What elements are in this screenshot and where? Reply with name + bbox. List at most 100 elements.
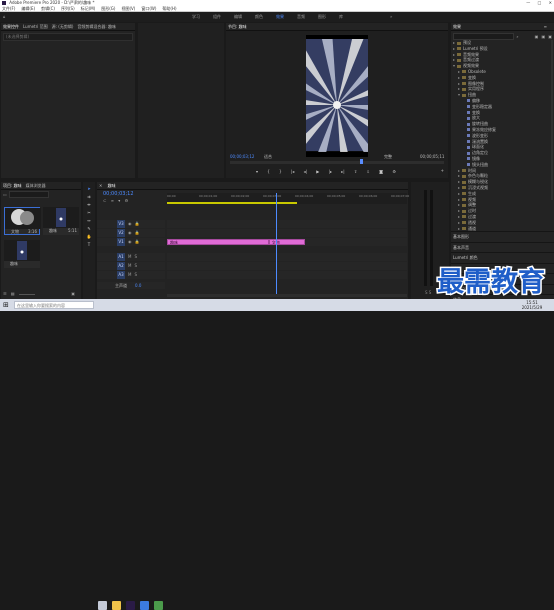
toggle-output-icon[interactable]: ◉ xyxy=(128,230,132,235)
app-icon-5[interactable] xyxy=(154,601,163,610)
go-to-in-icon[interactable]: |◂ xyxy=(291,169,294,174)
mute-icon[interactable]: M xyxy=(128,254,131,259)
panel-section-header[interactable]: 基本图形 xyxy=(451,231,554,242)
menu-item[interactable]: 文件(F) xyxy=(2,6,15,11)
timeline-settings-icon[interactable]: ⚙ xyxy=(125,198,129,203)
program-playhead[interactable] xyxy=(360,159,363,164)
timeline-clip[interactable]: 趣味 xyxy=(167,239,269,245)
timeline-playhead[interactable] xyxy=(275,193,277,297)
home-icon[interactable]: ⌂ xyxy=(3,12,6,22)
close-icon[interactable]: ✕ xyxy=(549,0,552,5)
list-view-icon[interactable]: ☰ xyxy=(3,291,7,296)
menu-item[interactable]: 编辑(E) xyxy=(21,6,35,11)
workspace-menu-icon[interactable]: » xyxy=(390,12,392,22)
taskbar-search-input[interactable]: 在这里输入你要搜索的内容 xyxy=(14,301,94,309)
new-item-icon[interactable]: ▣ xyxy=(541,34,545,39)
track-label[interactable]: V2 xyxy=(117,229,125,237)
fit-dropdown[interactable]: 适合 xyxy=(264,154,272,159)
menu-item[interactable]: 图形(G) xyxy=(101,6,115,11)
ripple-edit-tool-icon[interactable]: ⇹ xyxy=(83,201,95,209)
track-header[interactable]: V1 ◉ 🔒 xyxy=(97,238,165,246)
razor-tool-icon[interactable]: ✂ xyxy=(83,209,95,217)
maximize-icon[interactable]: □ xyxy=(538,0,542,5)
project-search-input[interactable] xyxy=(8,191,49,198)
mute-icon[interactable]: M xyxy=(128,263,131,268)
slip-tool-icon[interactable]: ↔ xyxy=(83,217,95,225)
workspace-tab[interactable]: 效果 xyxy=(276,14,284,19)
track-label[interactable]: A3 xyxy=(117,271,125,279)
taskbar-clock[interactable]: 15:51 2021/5/29 xyxy=(512,300,552,310)
pen-tool-icon[interactable]: ✎ xyxy=(83,225,95,233)
effects-scrollbar[interactable] xyxy=(551,40,553,200)
add-button-icon[interactable]: + xyxy=(441,168,444,173)
add-marker-icon[interactable]: ▾ xyxy=(118,198,120,203)
toggle-output-icon[interactable]: ◉ xyxy=(128,239,132,244)
track-lane[interactable] xyxy=(167,262,407,270)
menu-item[interactable]: 剪辑(C) xyxy=(41,6,55,11)
track-label[interactable]: A1 xyxy=(117,253,125,261)
lock-icon[interactable]: 🔒 xyxy=(135,239,140,244)
workspace-tab[interactable]: 图形 xyxy=(318,14,326,19)
file-explorer-icon[interactable] xyxy=(112,601,121,610)
selection-tool-icon[interactable]: ➤ xyxy=(83,185,95,193)
icon-view-icon[interactable]: ▦ xyxy=(11,291,15,296)
play-icon[interactable]: ▶ xyxy=(316,169,319,174)
minimize-icon[interactable]: — xyxy=(526,0,530,5)
track-label[interactable]: A2 xyxy=(117,262,125,270)
panel-section-header[interactable]: 基本声音 xyxy=(451,241,554,253)
timeline-scrollbar[interactable] xyxy=(167,294,407,297)
track-label[interactable]: V1 xyxy=(117,238,125,246)
panel-section-header[interactable]: Lumetri 颜色 xyxy=(451,252,554,263)
toggle-output-icon[interactable]: ◉ xyxy=(128,221,132,226)
mark-out-icon[interactable]: } xyxy=(279,169,282,174)
export-frame-icon[interactable]: ◙ xyxy=(379,169,383,174)
track-select-tool-icon[interactable]: ⇉ xyxy=(83,193,95,201)
windows-start-icon[interactable]: ⊞ xyxy=(3,301,9,309)
work-area-bar[interactable] xyxy=(167,202,297,204)
track-label[interactable]: V3 xyxy=(117,220,125,228)
timeline-close-icon[interactable]: ✕ xyxy=(99,183,102,188)
master-track-header[interactable]: 主声道 0.0 xyxy=(97,282,165,289)
new-bin-icon[interactable]: ▣ xyxy=(535,34,539,39)
hand-tool-icon[interactable]: ✋ xyxy=(83,233,95,241)
go-to-out-icon[interactable]: ▸| xyxy=(341,169,344,174)
delete-icon[interactable]: ▣ xyxy=(548,34,552,39)
type-tool-icon[interactable]: T xyxy=(83,241,95,249)
source-tab[interactable]: 源: (无剪辑) xyxy=(52,24,74,29)
panel-menu-icon[interactable]: ≡ xyxy=(544,23,547,30)
program-scrubber[interactable] xyxy=(230,159,444,164)
workspace-tab[interactable]: 颜色 xyxy=(255,14,263,19)
master-value[interactable]: 0.0 xyxy=(135,283,141,288)
track-header[interactable]: A3 M S xyxy=(97,271,165,279)
track-lane[interactable] xyxy=(167,271,407,279)
quality-dropdown[interactable]: 完整 xyxy=(384,154,392,159)
workspace-tab[interactable]: 编辑 xyxy=(234,14,242,19)
program-timecode-current[interactable]: 00;00;03;12 xyxy=(230,154,254,159)
step-back-icon[interactable]: ◂| xyxy=(304,169,307,174)
track-header[interactable]: A2 M S xyxy=(97,262,165,270)
add-marker-icon[interactable]: ▾ xyxy=(256,169,258,174)
premiere-icon[interactable] xyxy=(126,601,135,610)
track-lane[interactable] xyxy=(167,220,407,228)
track-header[interactable]: A1 M S xyxy=(97,253,165,261)
menu-item[interactable]: 帮助(H) xyxy=(162,6,176,11)
project-item[interactable]: 趣味 5:11 xyxy=(43,207,79,235)
solo-icon[interactable]: S xyxy=(134,254,137,259)
menu-item[interactable]: 序列(S) xyxy=(61,6,75,11)
lock-icon[interactable]: 🔒 xyxy=(135,221,140,226)
timeline-timecode[interactable]: 00;00;03;12 xyxy=(103,191,134,197)
project-item[interactable]: 趣味 xyxy=(4,240,40,268)
lift-icon[interactable]: ⇧ xyxy=(354,169,357,174)
track-lane[interactable] xyxy=(167,253,407,261)
settings-icon[interactable]: ⚙ xyxy=(392,169,396,174)
lock-icon[interactable]: 🔒 xyxy=(135,230,140,235)
solo-icon[interactable]: S xyxy=(134,263,137,268)
effects-search-input[interactable] xyxy=(453,32,515,40)
task-view-icon[interactable] xyxy=(98,601,107,610)
extract-icon[interactable]: ⇩ xyxy=(367,169,370,174)
zoom-slider[interactable] xyxy=(18,293,35,295)
project-tab[interactable]: 项目: 趣味 xyxy=(3,183,22,188)
menu-item[interactable]: 窗口(W) xyxy=(141,6,156,11)
browser-icon[interactable] xyxy=(140,601,149,610)
track-header[interactable]: V3 ◉ 🔒 xyxy=(97,220,165,228)
